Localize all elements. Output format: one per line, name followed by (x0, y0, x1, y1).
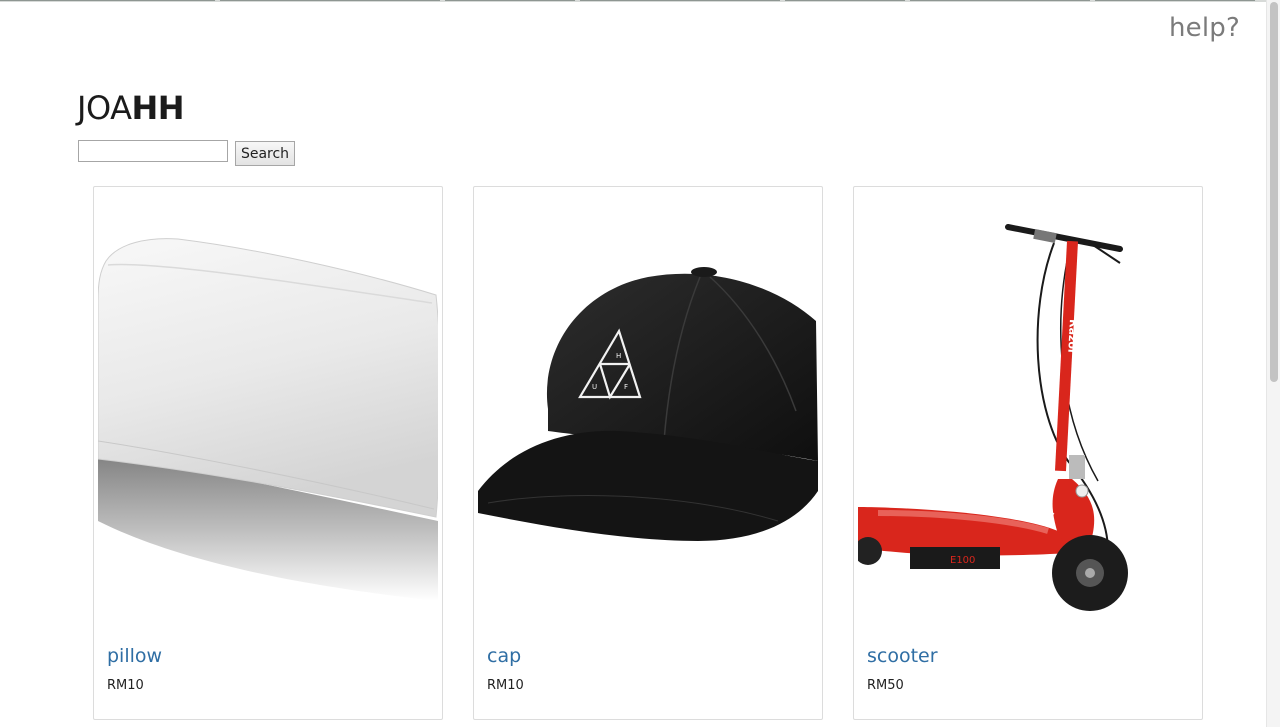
product-price: RM10 (107, 678, 144, 693)
product-title[interactable]: scooter (867, 645, 938, 667)
svg-text:U: U (592, 383, 597, 391)
product-title[interactable]: cap (487, 645, 521, 667)
svg-text:F: F (624, 383, 628, 391)
product-price: RM50 (867, 678, 904, 693)
product-card-pillow[interactable]: pillow RM10 (93, 186, 443, 720)
svg-text:E100: E100 (950, 555, 975, 566)
vertical-scrollbar[interactable] (1266, 0, 1280, 727)
scooter-image[interactable]: Razor Razor E100 (858, 191, 1198, 631)
product-card-scooter[interactable]: Razor Razor E100 scooter RM50 (853, 186, 1203, 720)
search-button[interactable]: Search (235, 141, 295, 166)
svg-text:H: H (616, 352, 621, 360)
search-input[interactable] (78, 140, 228, 162)
scrollbar-thumb[interactable] (1270, 2, 1278, 382)
help-link[interactable]: help? (1169, 13, 1240, 43)
logo-text-light: JOA (77, 89, 132, 127)
pillow-image[interactable] (98, 191, 438, 631)
product-title[interactable]: pillow (107, 645, 162, 667)
product-price: RM10 (487, 678, 524, 693)
product-card-cap[interactable]: H U F cap RM10 (473, 186, 823, 720)
site-logo[interactable]: JOAHH (77, 89, 185, 127)
cap-image[interactable]: H U F (478, 191, 818, 631)
svg-text:Razor: Razor (1065, 319, 1080, 355)
logo-text-bold: HH (131, 89, 185, 127)
top-border (0, 0, 1266, 2)
